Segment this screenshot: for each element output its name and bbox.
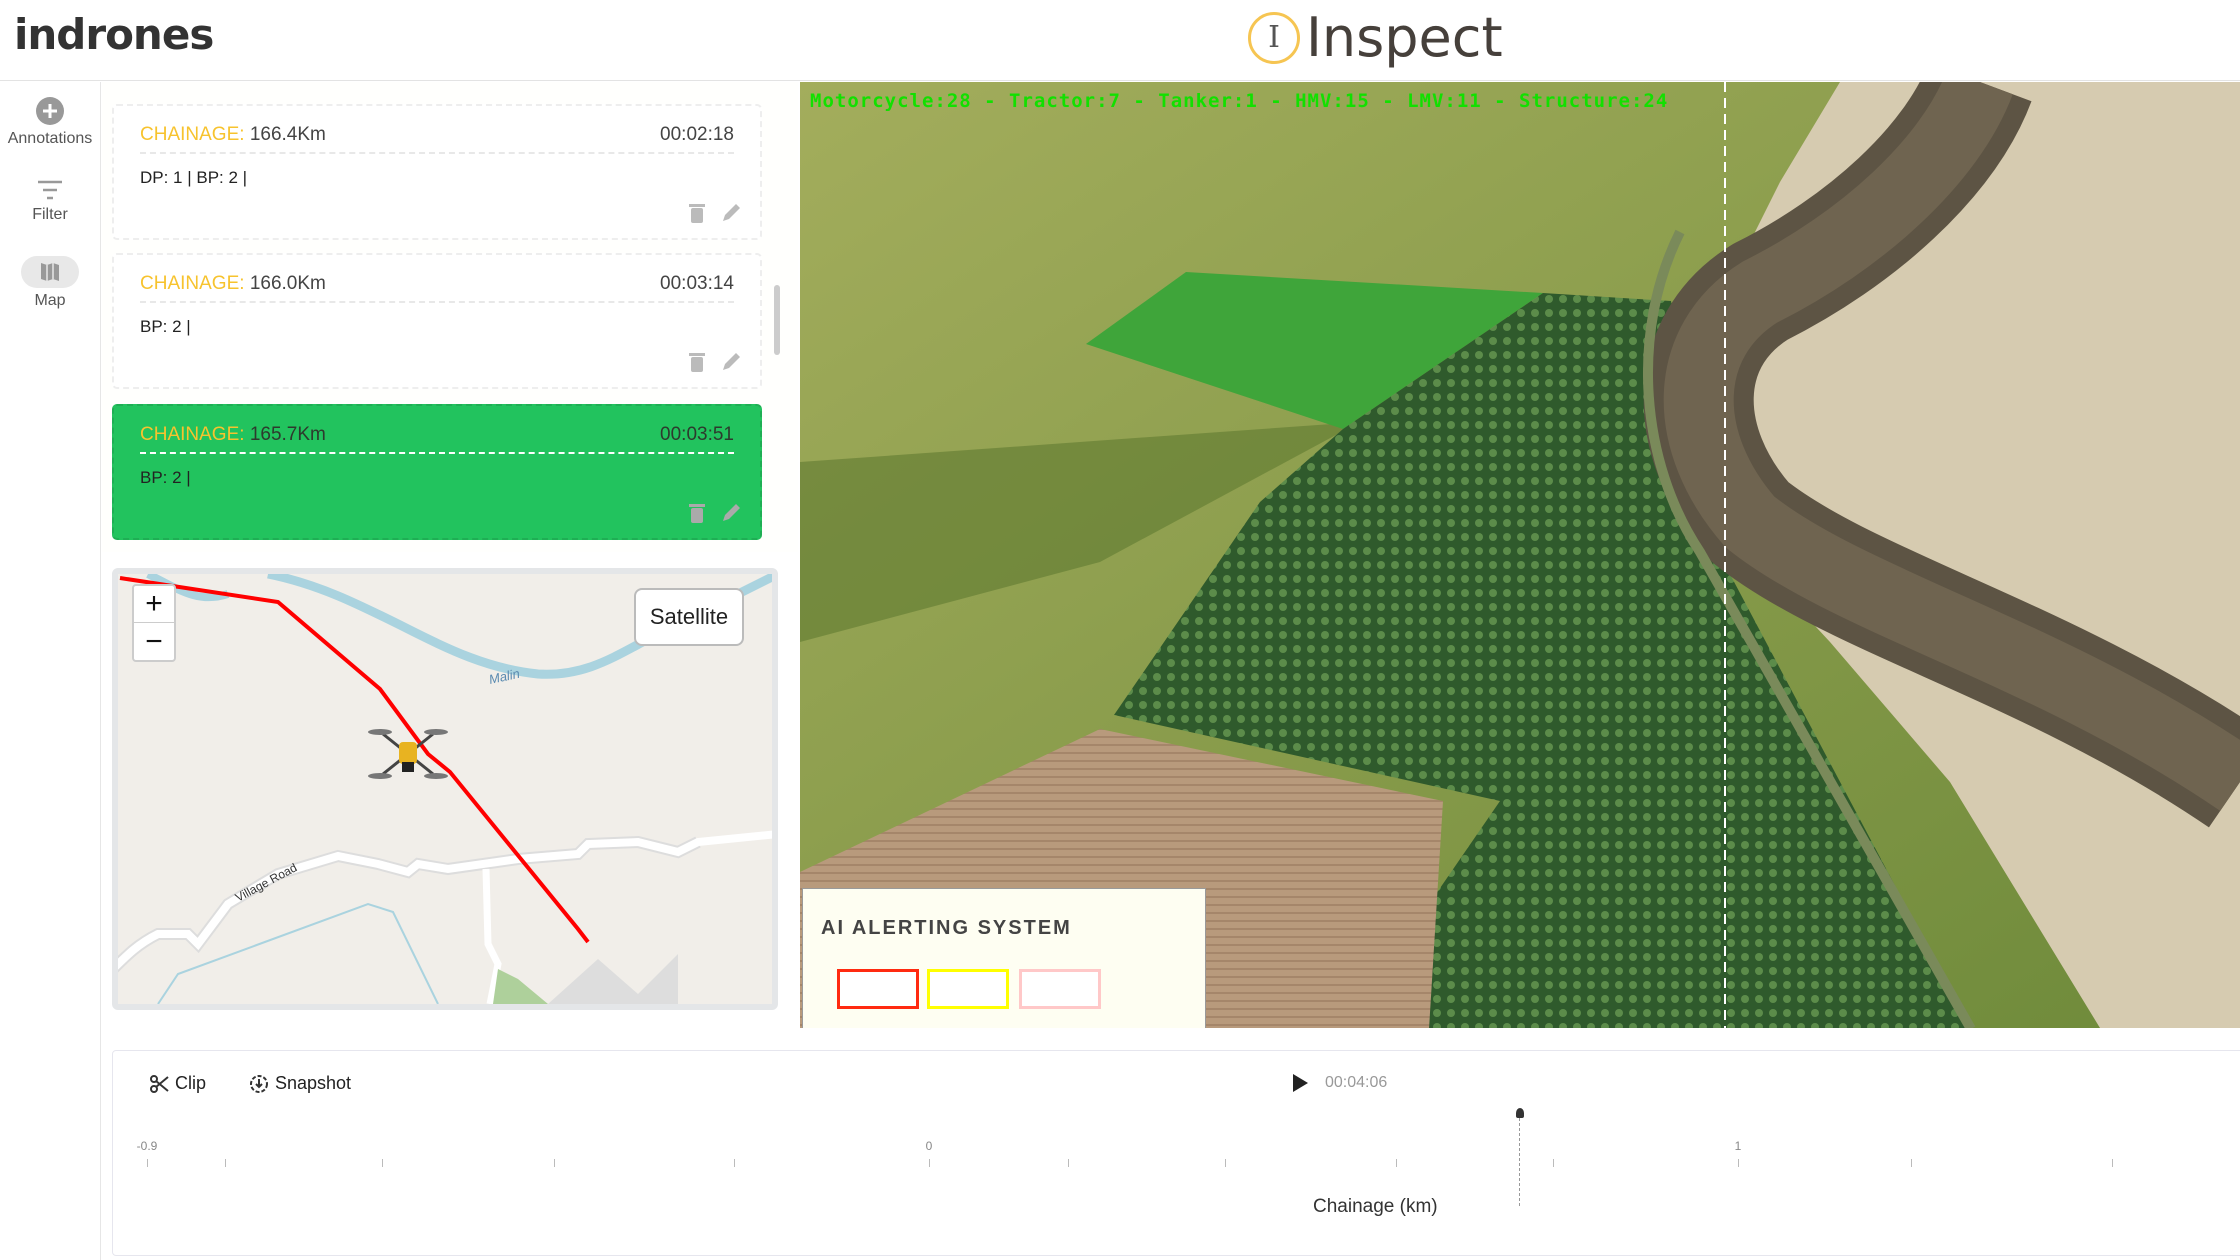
chainage-value: 166.0Km [249,273,326,294]
axis-tick [1396,1159,1397,1167]
timeline-panel: Clip Snapshot 00:04:06 -0.9 0 1 Chainage… [112,1050,2240,1256]
sidebar: Annotations Filter Map [0,82,101,1260]
axis-tick [1225,1159,1226,1167]
filter-icon [0,178,100,202]
sidebar-item-label: Annotations [7,130,93,147]
flight-route [119,576,590,944]
list-scrollbar[interactable] [774,285,780,355]
alert-box-pink [1019,969,1101,1009]
chainage-label: CHAINAGE: [140,124,245,145]
clip-label: Clip [175,1073,207,1093]
annotation-tags: BP: 2 | [140,317,191,336]
axis-tick [382,1159,383,1167]
delete-icon[interactable] [688,502,706,524]
annotation-card[interactable]: CHAINAGE: 166.4Km 00:02:18 DP: 1 | BP: 2 … [112,104,762,240]
snapshot-icon [250,1074,268,1093]
axis-label: Chainage (km) [1313,1196,1438,1217]
chainage-value: 166.4Km [249,124,326,145]
inspect-logo-icon: I [1248,11,1300,64]
alert-box-yellow [927,969,1009,1009]
annotation-list: CHAINAGE: 166.4Km 00:02:18 DP: 1 | BP: 2 … [102,82,798,552]
play-icon[interactable] [1291,1073,1309,1093]
axis-tick [1911,1159,1912,1167]
drone-icon [368,729,448,779]
snapshot-label: Snapshot [275,1073,352,1093]
alert-box-red [837,969,919,1009]
tick-label: 0 [925,1139,933,1153]
delete-icon[interactable] [688,351,706,373]
edit-icon[interactable] [720,502,742,524]
header: indrones I Inspect [0,0,2240,81]
current-time: 00:04:06 [1325,1074,1388,1091]
tick-label: -0.9 [136,1139,158,1153]
app-brand: I Inspect [1248,6,1503,69]
video-frame [800,82,2240,1028]
axis-tick [147,1159,148,1167]
detection-counts: Motorcycle:28 - Tractor:7 - Tanker:1 - H… [810,90,1669,112]
edit-icon[interactable] [720,351,742,373]
axis-tick [929,1159,930,1167]
timestamp: 00:02:18 [660,124,734,145]
zoom-out-button[interactable]: − [132,622,176,662]
delete-icon[interactable] [688,202,706,224]
axis-tick [554,1159,555,1167]
axis-tick [1068,1159,1069,1167]
annotation-tags: DP: 1 | BP: 2 | [140,168,248,187]
video-player[interactable]: Motorcycle:28 - Tractor:7 - Tanker:1 - H… [800,82,2240,1028]
sidebar-item-map[interactable]: Map [0,256,100,310]
edit-icon[interactable] [720,202,742,224]
scissors-icon [150,1074,169,1093]
app-title: Inspect [1306,6,1503,69]
axis-tick [1738,1159,1739,1167]
annotation-card[interactable]: CHAINAGE: 166.0Km 00:03:14 BP: 2 | [112,253,762,389]
sidebar-item-label: Map [34,292,66,309]
timestamp: 00:03:51 [660,424,734,445]
satellite-toggle-button[interactable]: Satellite [634,588,744,646]
chainage-label: CHAINAGE: [140,424,245,445]
annotation-card-active[interactable]: CHAINAGE: 165.7Km 00:03:51 BP: 2 | [112,404,762,540]
axis-tick [2112,1159,2113,1167]
chainage-label: CHAINAGE: [140,273,245,294]
map-panel[interactable]: Malin Village Road + − Satellite [112,568,778,1010]
map-label-road: Village Road [233,860,299,904]
tick-label: 1 [1734,1139,1742,1153]
clip-button[interactable]: Clip [149,1073,206,1094]
timestamp: 00:03:14 [660,273,734,294]
chainage-value: 165.7Km [249,424,326,445]
annotation-tags: BP: 2 | [140,468,191,487]
ai-alert-panel: AI ALERTING SYSTEM [802,888,1206,1028]
sidebar-item-filter[interactable]: Filter [0,178,100,224]
axis-tick [225,1159,226,1167]
timeline-scrubber-handle[interactable] [1516,1108,1524,1118]
sidebar-item-label: Filter [32,206,68,223]
timeline-cursor [1519,1118,1520,1206]
sidebar-item-annotations[interactable]: Annotations [0,96,100,148]
snapshot-button[interactable]: Snapshot [249,1073,351,1094]
map-icon [21,256,79,288]
alert-title: AI ALERTING SYSTEM [821,917,1072,939]
indrones-logo[interactable]: indrones [14,10,214,59]
plus-circle-icon [0,96,100,126]
axis-tick [1553,1159,1554,1167]
playback-controls: 00:04:06 [1291,1073,1387,1093]
axis-tick [734,1159,735,1167]
zoom-in-button[interactable]: + [132,584,176,624]
